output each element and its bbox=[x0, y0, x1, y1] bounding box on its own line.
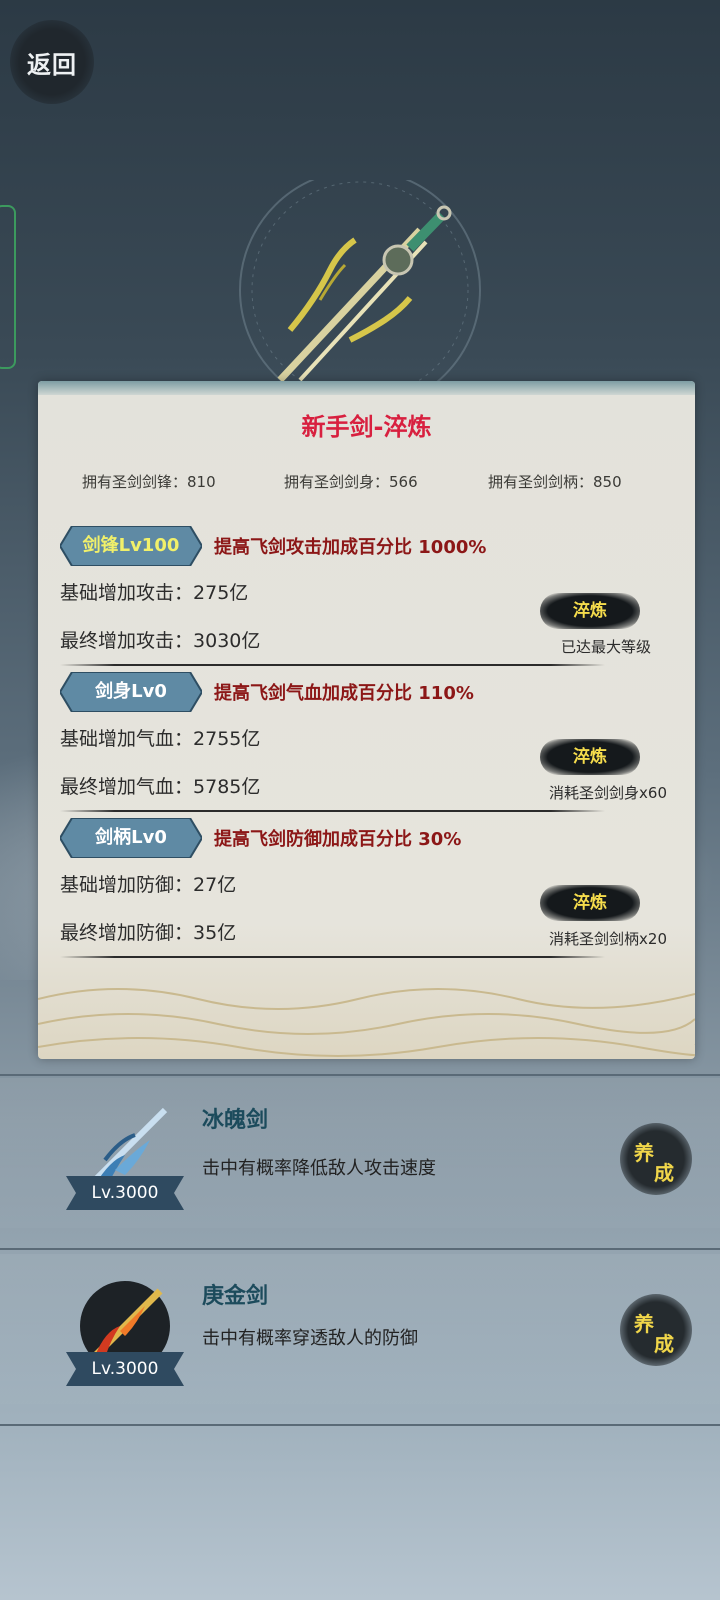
stat-block-blade: 剑锋Lv100 提高飞剑攻击加成百分比 1000% 基础增加攻击：275亿 最终… bbox=[38, 526, 695, 672]
base-stat: 基础增加攻击：275亿 bbox=[60, 582, 249, 604]
refine-button[interactable]: 淬炼 bbox=[540, 885, 640, 921]
nurture-button[interactable]: 养 成 bbox=[620, 1123, 692, 1195]
stat-description: 提高飞剑气血加成百分比 110% bbox=[214, 683, 474, 704]
sword-description: 击中有概率降低敌人攻击速度 bbox=[202, 1158, 436, 1179]
level-tag: 剑身Lv0 bbox=[60, 672, 202, 712]
refine-cost: 消耗圣剑剑柄x20 bbox=[549, 930, 667, 948]
list-separator bbox=[0, 1074, 720, 1076]
novice-sword-icon bbox=[239, 180, 481, 390]
level-tag: 剑锋Lv100 bbox=[60, 526, 202, 566]
stat-block-hilt: 剑柄Lv0 提高飞剑防御加成百分比 30% 基础增加防御：27亿 最终增加防御：… bbox=[38, 818, 695, 964]
divider bbox=[60, 664, 605, 666]
side-tab[interactable] bbox=[0, 205, 16, 369]
owned-hilt-count: 拥有圣剑剑柄：850 bbox=[488, 473, 622, 491]
base-stat: 基础增加气血：2755亿 bbox=[60, 728, 261, 750]
refine-button[interactable]: 淬炼 bbox=[540, 739, 640, 775]
list-item-ice-sword[interactable]: Lv.3000 冰魄剑 击中有概率降低敌人攻击速度 养 成 bbox=[0, 1078, 720, 1228]
refine-button[interactable]: 淬炼 bbox=[540, 593, 640, 629]
divider bbox=[60, 956, 605, 958]
sword-description: 击中有概率穿透敌人的防御 bbox=[202, 1328, 418, 1349]
refine-panel: 新手剑-淬炼 拥有圣剑剑锋：810 拥有圣剑剑身：566 拥有圣剑剑柄：850 … bbox=[38, 381, 695, 1059]
list-item-metal-sword[interactable]: Lv.3000 庚金剑 击中有概率穿透敌人的防御 养 成 bbox=[0, 1254, 720, 1404]
level-badge: Lv.3000 bbox=[66, 1352, 184, 1386]
level-badge: Lv.3000 bbox=[66, 1176, 184, 1210]
wave-decoration bbox=[38, 988, 695, 1057]
nurture-button[interactable]: 养 成 bbox=[620, 1294, 692, 1366]
level-tag: 剑柄Lv0 bbox=[60, 818, 202, 858]
owned-blade-count: 拥有圣剑剑锋：810 bbox=[82, 473, 216, 491]
final-stat: 最终增加攻击：3030亿 bbox=[60, 630, 261, 652]
stat-description: 提高飞剑攻击加成百分比 1000% bbox=[214, 537, 487, 558]
refine-cost: 消耗圣剑剑身x60 bbox=[549, 784, 667, 802]
owned-body-count: 拥有圣剑剑身：566 bbox=[284, 473, 418, 491]
refine-cost: 已达最大等级 bbox=[560, 638, 651, 656]
list-separator bbox=[0, 1424, 720, 1426]
divider bbox=[60, 810, 605, 812]
final-stat: 最终增加气血：5785亿 bbox=[60, 776, 261, 798]
list-separator bbox=[0, 1248, 720, 1250]
base-stat: 基础增加防御：27亿 bbox=[60, 874, 237, 896]
panel-header-band bbox=[38, 381, 695, 395]
sword-name: 庚金剑 bbox=[202, 1284, 269, 1309]
stat-description: 提高飞剑防御加成百分比 30% bbox=[214, 829, 462, 850]
panel-title: 新手剑-淬炼 bbox=[301, 413, 432, 441]
sword-name: 冰魄剑 bbox=[202, 1108, 269, 1133]
final-stat: 最终增加防御：35亿 bbox=[60, 922, 237, 944]
back-button[interactable]: 返回 bbox=[10, 20, 94, 104]
stat-block-body: 剑身Lv0 提高飞剑气血加成百分比 110% 基础增加气血：2755亿 最终增加… bbox=[38, 672, 695, 818]
